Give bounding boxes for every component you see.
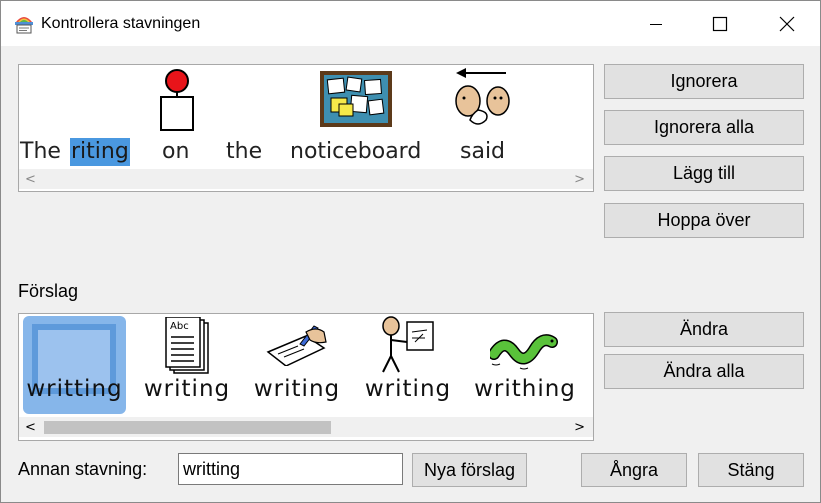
title-bar: Kontrollera stavningen bbox=[1, 1, 820, 46]
scroll-right-icon[interactable]: > bbox=[574, 420, 585, 435]
sentence-scrollbar[interactable]: < > bbox=[19, 169, 593, 189]
document-symbol-icon: Abc bbox=[165, 317, 209, 374]
noticeboard-symbol-icon bbox=[320, 71, 392, 127]
other-spelling-input[interactable]: writting bbox=[178, 453, 403, 485]
suggestion-word: writing bbox=[364, 376, 452, 402]
app-icon bbox=[13, 13, 35, 35]
close-window-button[interactable] bbox=[764, 1, 810, 46]
sentence-word: the bbox=[226, 139, 263, 164]
add-button[interactable]: Lägg till bbox=[604, 156, 804, 191]
window-title: Kontrollera stavningen bbox=[41, 15, 201, 32]
ignore-all-button[interactable]: Ignorera alla bbox=[604, 110, 804, 145]
sentence-word: The bbox=[20, 139, 61, 164]
minimize-button[interactable] bbox=[633, 1, 679, 46]
skip-button[interactable]: Hoppa över bbox=[604, 203, 804, 238]
other-spelling-label: Annan stavning: bbox=[18, 459, 148, 479]
change-button[interactable]: Ändra bbox=[604, 312, 804, 347]
writhing-worm-symbol-icon bbox=[490, 334, 558, 370]
suggestion-item[interactable]: writing bbox=[355, 316, 461, 414]
minimize-icon bbox=[650, 23, 662, 25]
suggestion-item-selected[interactable]: writting bbox=[23, 316, 126, 414]
suggestion-item[interactable]: Abc writing bbox=[134, 316, 240, 414]
on-symbol-icon bbox=[160, 69, 194, 131]
suggestion-word: writing bbox=[253, 376, 341, 402]
said-symbol-icon bbox=[455, 68, 510, 125]
scroll-left-icon[interactable]: < bbox=[25, 420, 36, 435]
close-button[interactable]: Stäng bbox=[698, 453, 804, 487]
suggestions-label: Förslag bbox=[18, 281, 79, 301]
spell-check-window: Kontrollera stavningen The riting on the… bbox=[0, 0, 821, 503]
suggestions-list: writting Abc writing writing writing wri… bbox=[18, 313, 594, 441]
ignore-button[interactable]: Ignorera bbox=[604, 64, 804, 99]
suggestion-word: writing bbox=[143, 376, 231, 402]
scroll-right-icon[interactable]: > bbox=[574, 172, 585, 187]
svg-text:Abc: Abc bbox=[170, 321, 189, 332]
suggestion-word: writhing bbox=[474, 376, 576, 402]
misspelled-word[interactable]: riting bbox=[70, 138, 130, 166]
suggestion-item[interactable]: writing bbox=[244, 316, 350, 414]
sentence-word: on bbox=[162, 139, 190, 164]
person-writing-symbol-icon bbox=[382, 316, 434, 373]
sentence-preview: The riting on the noticeboard said < > bbox=[18, 64, 594, 192]
suggestion-word: writting bbox=[26, 376, 123, 402]
change-all-button[interactable]: Ändra alla bbox=[604, 354, 804, 389]
maximize-button[interactable] bbox=[697, 1, 743, 46]
suggestions-scrollbar[interactable]: < > bbox=[19, 417, 593, 437]
scroll-thumb[interactable] bbox=[44, 421, 331, 434]
undo-button[interactable]: Ångra bbox=[581, 453, 687, 487]
scroll-left-icon[interactable]: < bbox=[25, 172, 36, 187]
maximize-icon bbox=[712, 16, 728, 31]
sentence-word: said bbox=[460, 139, 506, 164]
new-suggestions-button[interactable]: Nya förslag bbox=[412, 453, 527, 487]
close-icon bbox=[779, 16, 795, 31]
suggestion-item[interactable]: writhing bbox=[466, 316, 584, 414]
writing-hand-symbol-icon bbox=[266, 325, 327, 366]
sentence-word: noticeboard bbox=[290, 139, 422, 164]
